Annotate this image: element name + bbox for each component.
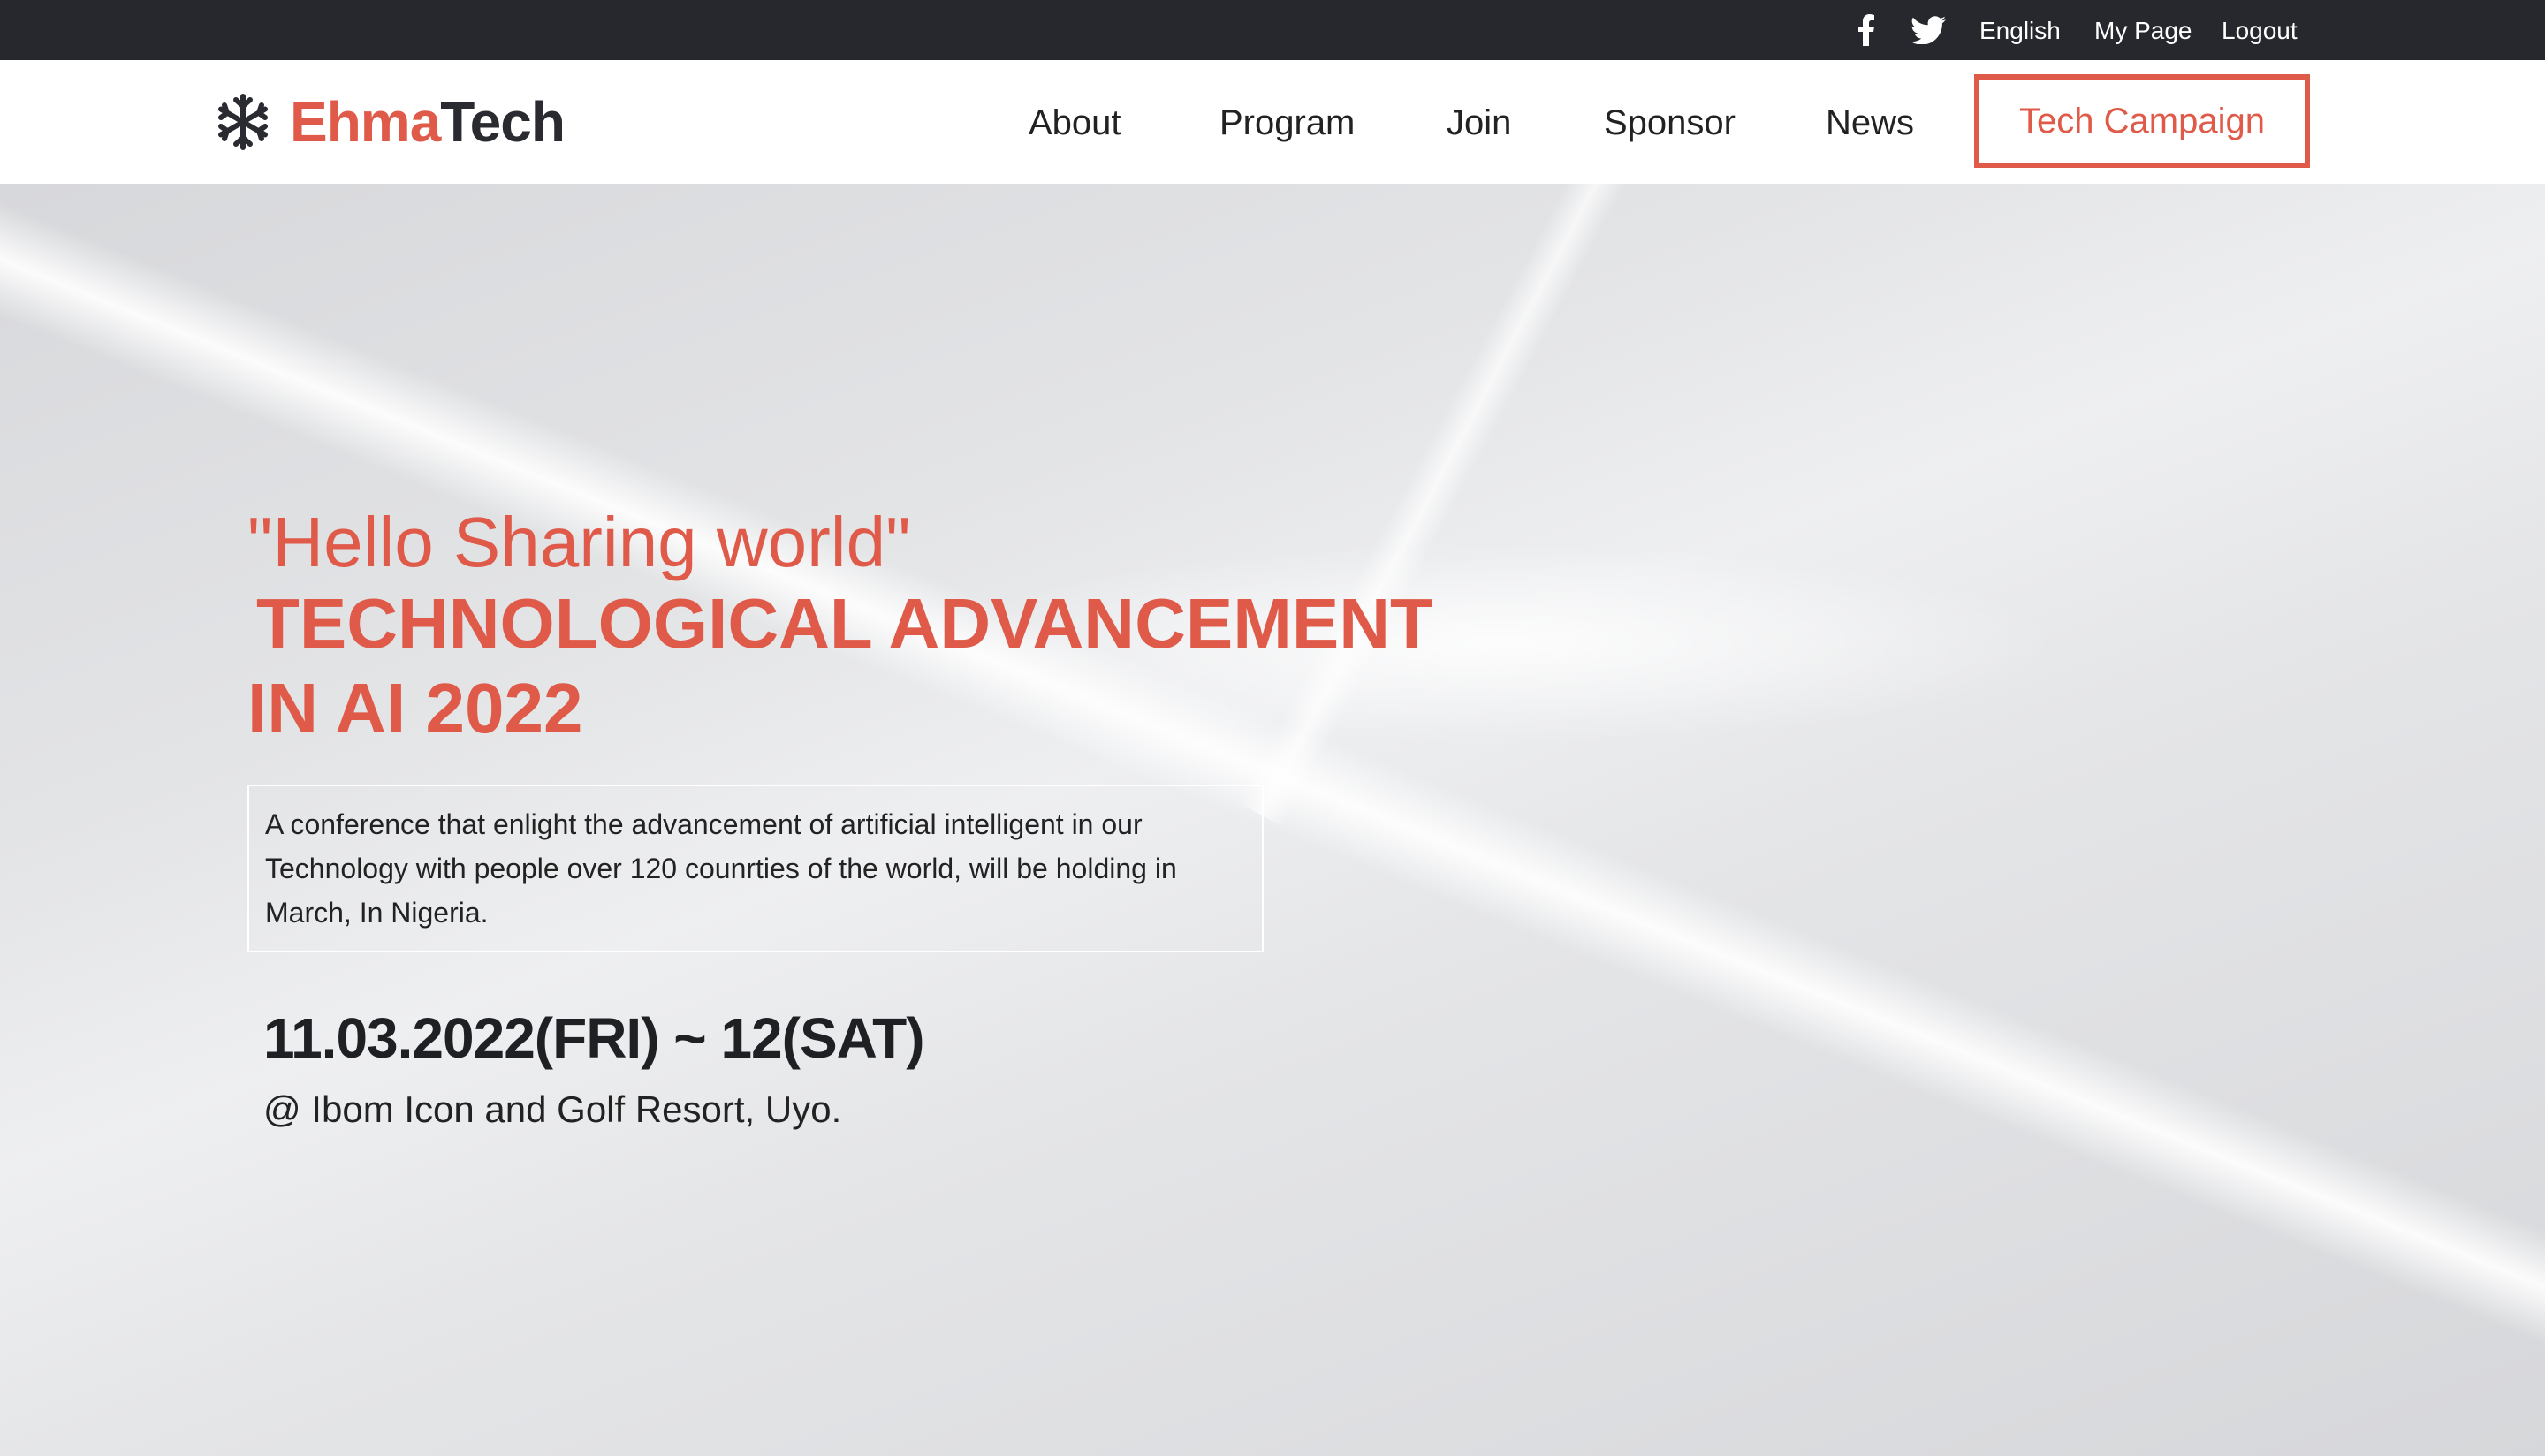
brand-name-part2: Tech xyxy=(440,90,566,154)
facebook-icon[interactable] xyxy=(1852,14,1880,46)
site-logo[interactable]: EhmaTech xyxy=(214,90,566,154)
nav-about[interactable]: About xyxy=(1029,102,1121,143)
hero-headline: TECHNOLOGICAL ADVANCEMENT IN AI 2022 xyxy=(247,581,1485,751)
brand-name-part1: Ehma xyxy=(290,90,441,154)
nav-sponsor[interactable]: Sponsor xyxy=(1604,102,1736,143)
my-page-link[interactable]: My Page xyxy=(2094,16,2192,46)
logout-link[interactable]: Logout xyxy=(2222,16,2298,46)
hero-tagline: "Hello Sharing world" xyxy=(247,503,911,581)
twitter-icon[interactable] xyxy=(1909,14,1948,46)
nav-news[interactable]: News xyxy=(1826,102,1914,143)
hero-section: "Hello Sharing world" TECHNOLOGICAL ADVA… xyxy=(0,184,2545,1456)
nav-program[interactable]: Program xyxy=(1219,102,1355,143)
main-navbar: EhmaTech About Program Join Sponsor News… xyxy=(0,60,2545,184)
hero-headline-line2: IN AI 2022 xyxy=(247,669,583,747)
event-venue: @ Ibom Icon and Golf Resort, Uyo. xyxy=(263,1088,842,1130)
nav-join[interactable]: Join xyxy=(1447,102,1511,143)
tech-campaign-button[interactable]: Tech Campaign xyxy=(1974,74,2310,168)
event-date: 11.03.2022(FRI) ~ 12(SAT) xyxy=(263,1006,924,1070)
language-link[interactable]: English xyxy=(1979,16,2061,46)
hero-headline-line1: TECHNOLOGICAL ADVANCEMENT xyxy=(256,584,1433,663)
snowflake-icon xyxy=(218,94,268,150)
top-bar: English My Page Logout xyxy=(0,0,2545,60)
hero-description: A conference that enlight the advancemen… xyxy=(247,785,1264,952)
